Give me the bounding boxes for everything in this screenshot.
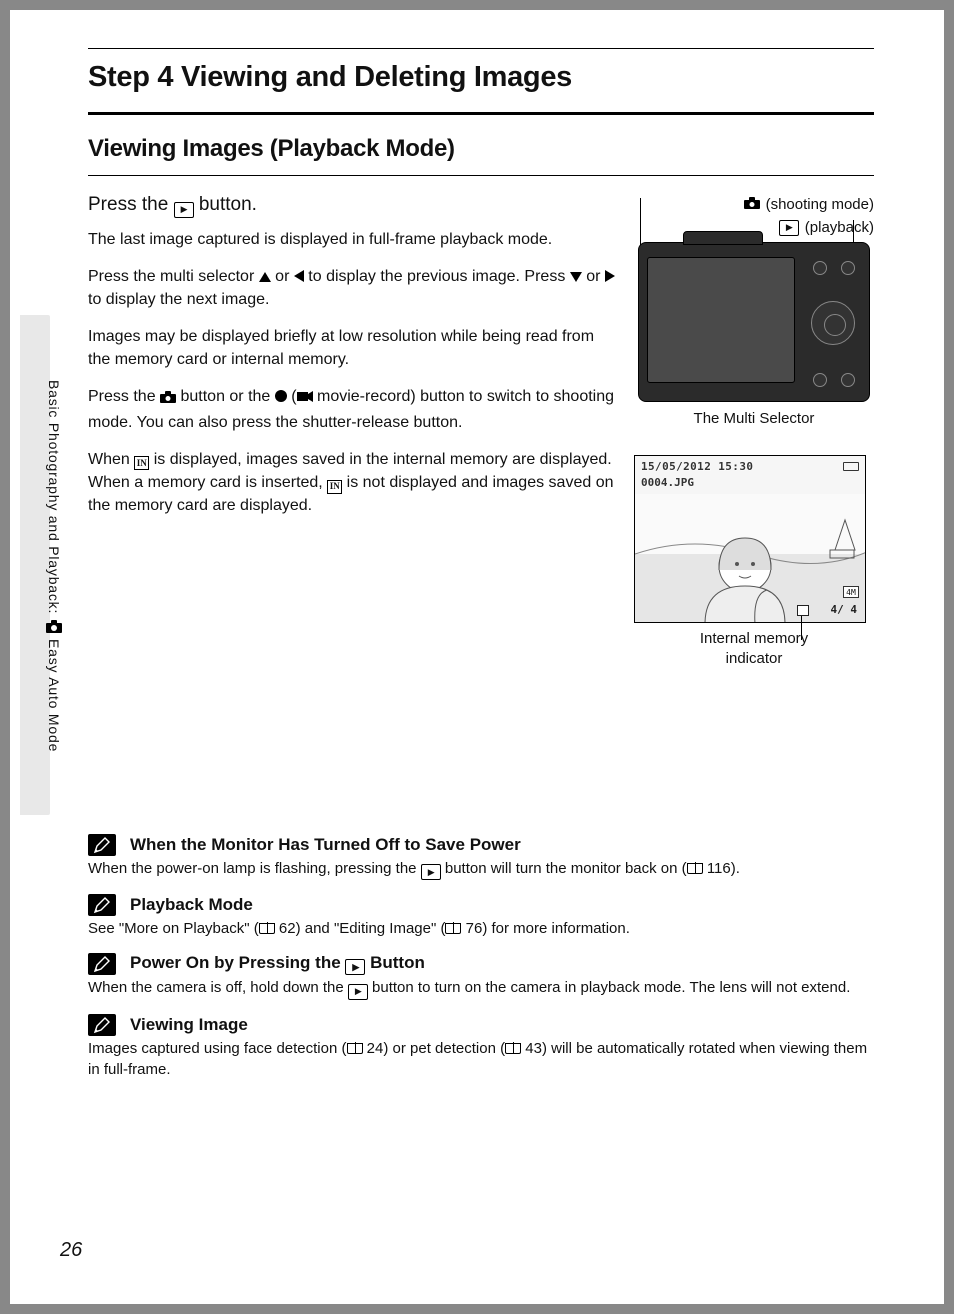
camera-icon bbox=[160, 387, 176, 410]
leader-line bbox=[801, 616, 802, 640]
right-icon bbox=[605, 270, 615, 282]
paragraph: Press the button or the ( movie-record) … bbox=[88, 385, 616, 433]
preview-filename: 0004.JPG bbox=[641, 476, 694, 489]
record-dot-icon bbox=[275, 390, 287, 402]
note-body: When the camera is off, hold down the ▶ … bbox=[88, 977, 874, 999]
note-title: Viewing Image bbox=[130, 1015, 248, 1035]
paragraph: The last image captured is displayed in … bbox=[88, 228, 616, 251]
battery-icon bbox=[843, 462, 859, 471]
playback-screen-preview: 15/05/2012 15:30 0004.JPG bbox=[634, 455, 866, 623]
section-title: Viewing Images (Playback Mode) bbox=[88, 135, 874, 163]
paragraph: Press the multi selector or to display t… bbox=[88, 265, 616, 311]
playback-label: ▶ (playback) bbox=[779, 219, 874, 236]
pencil-icon bbox=[88, 894, 116, 916]
multi-selector-caption: The Multi Selector bbox=[634, 410, 874, 427]
down-icon bbox=[570, 272, 582, 282]
playback-icon: ▶ bbox=[779, 220, 799, 236]
camera-icon bbox=[744, 196, 760, 213]
camera-icon bbox=[46, 620, 62, 633]
internal-memory-icon: IN bbox=[134, 456, 149, 470]
playback-icon: ▶ bbox=[174, 202, 194, 218]
shooting-mode-label: (shooting mode) bbox=[744, 196, 874, 213]
internal-memory-icon bbox=[797, 605, 809, 616]
thin-rule bbox=[88, 175, 874, 176]
note-heading: Playback Mode bbox=[88, 894, 874, 916]
note-title: Playback Mode bbox=[130, 895, 253, 915]
left-icon bbox=[294, 270, 304, 282]
note-body: See "More on Playback" ( 62) and "Editin… bbox=[88, 918, 874, 939]
preview-datetime: 15/05/2012 15:30 bbox=[641, 460, 753, 473]
movie-icon bbox=[297, 388, 313, 405]
playback-icon: ▶ bbox=[345, 959, 365, 975]
camera-back-illustration bbox=[638, 242, 870, 402]
note-body: Images captured using face detection ( 2… bbox=[88, 1038, 874, 1080]
note-title: Power On by Pressing the ▶ Button bbox=[130, 953, 425, 976]
up-icon bbox=[259, 272, 271, 282]
multi-selector bbox=[811, 301, 855, 345]
page-title: Step 4 Viewing and Deleting Images bbox=[88, 61, 874, 94]
playback-icon: ▶ bbox=[348, 984, 368, 1000]
pencil-icon bbox=[88, 1014, 116, 1036]
page-ref-icon bbox=[505, 1043, 521, 1054]
step-heading: Press the ▶ button. bbox=[88, 194, 616, 218]
page-ref-icon bbox=[259, 923, 275, 934]
side-chapter-label: Basic Photography and Playback: Easy Aut… bbox=[44, 380, 64, 820]
note-title: When the Monitor Has Turned Off to Save … bbox=[130, 835, 521, 855]
side-label-post: Easy Auto Mode bbox=[46, 639, 62, 752]
paragraph: Images may be displayed briefly at low r… bbox=[88, 325, 616, 371]
page-ref-icon bbox=[687, 863, 703, 874]
thick-rule bbox=[88, 112, 874, 115]
page-ref-icon bbox=[445, 923, 461, 934]
side-label-pre: Basic Photography and Playback: bbox=[46, 380, 62, 614]
camera-diagram: (shooting mode) ▶ (playback) bbox=[634, 194, 874, 670]
shooting-mode-button bbox=[813, 261, 827, 275]
note-body: When the power-on lamp is flashing, pres… bbox=[88, 858, 874, 880]
diagram-column: (shooting mode) ▶ (playback) bbox=[634, 194, 874, 670]
manual-page: Basic Photography and Playback: Easy Aut… bbox=[10, 10, 944, 1304]
playback-icon: ▶ bbox=[421, 864, 441, 880]
body-text-column: Press the ▶ button. The last image captu… bbox=[88, 194, 616, 670]
pencil-icon bbox=[88, 953, 116, 975]
page-ref-icon bbox=[347, 1043, 363, 1054]
playback-button bbox=[841, 261, 855, 275]
internal-memory-icon: IN bbox=[327, 480, 342, 494]
page-number: 26 bbox=[60, 1239, 82, 1262]
paragraph: When IN is displayed, images saved in th… bbox=[88, 448, 616, 518]
note-heading: When the Monitor Has Turned Off to Save … bbox=[88, 834, 874, 856]
image-size-badge: 4M bbox=[843, 586, 859, 598]
top-rule bbox=[88, 48, 874, 49]
image-counter: 4/ 4 bbox=[831, 603, 858, 616]
note-heading: Power On by Pressing the ▶ Button bbox=[88, 953, 874, 976]
note-heading: Viewing Image bbox=[88, 1014, 874, 1036]
pencil-icon bbox=[88, 834, 116, 856]
internal-memory-caption: Internal memory indicator bbox=[634, 629, 874, 670]
